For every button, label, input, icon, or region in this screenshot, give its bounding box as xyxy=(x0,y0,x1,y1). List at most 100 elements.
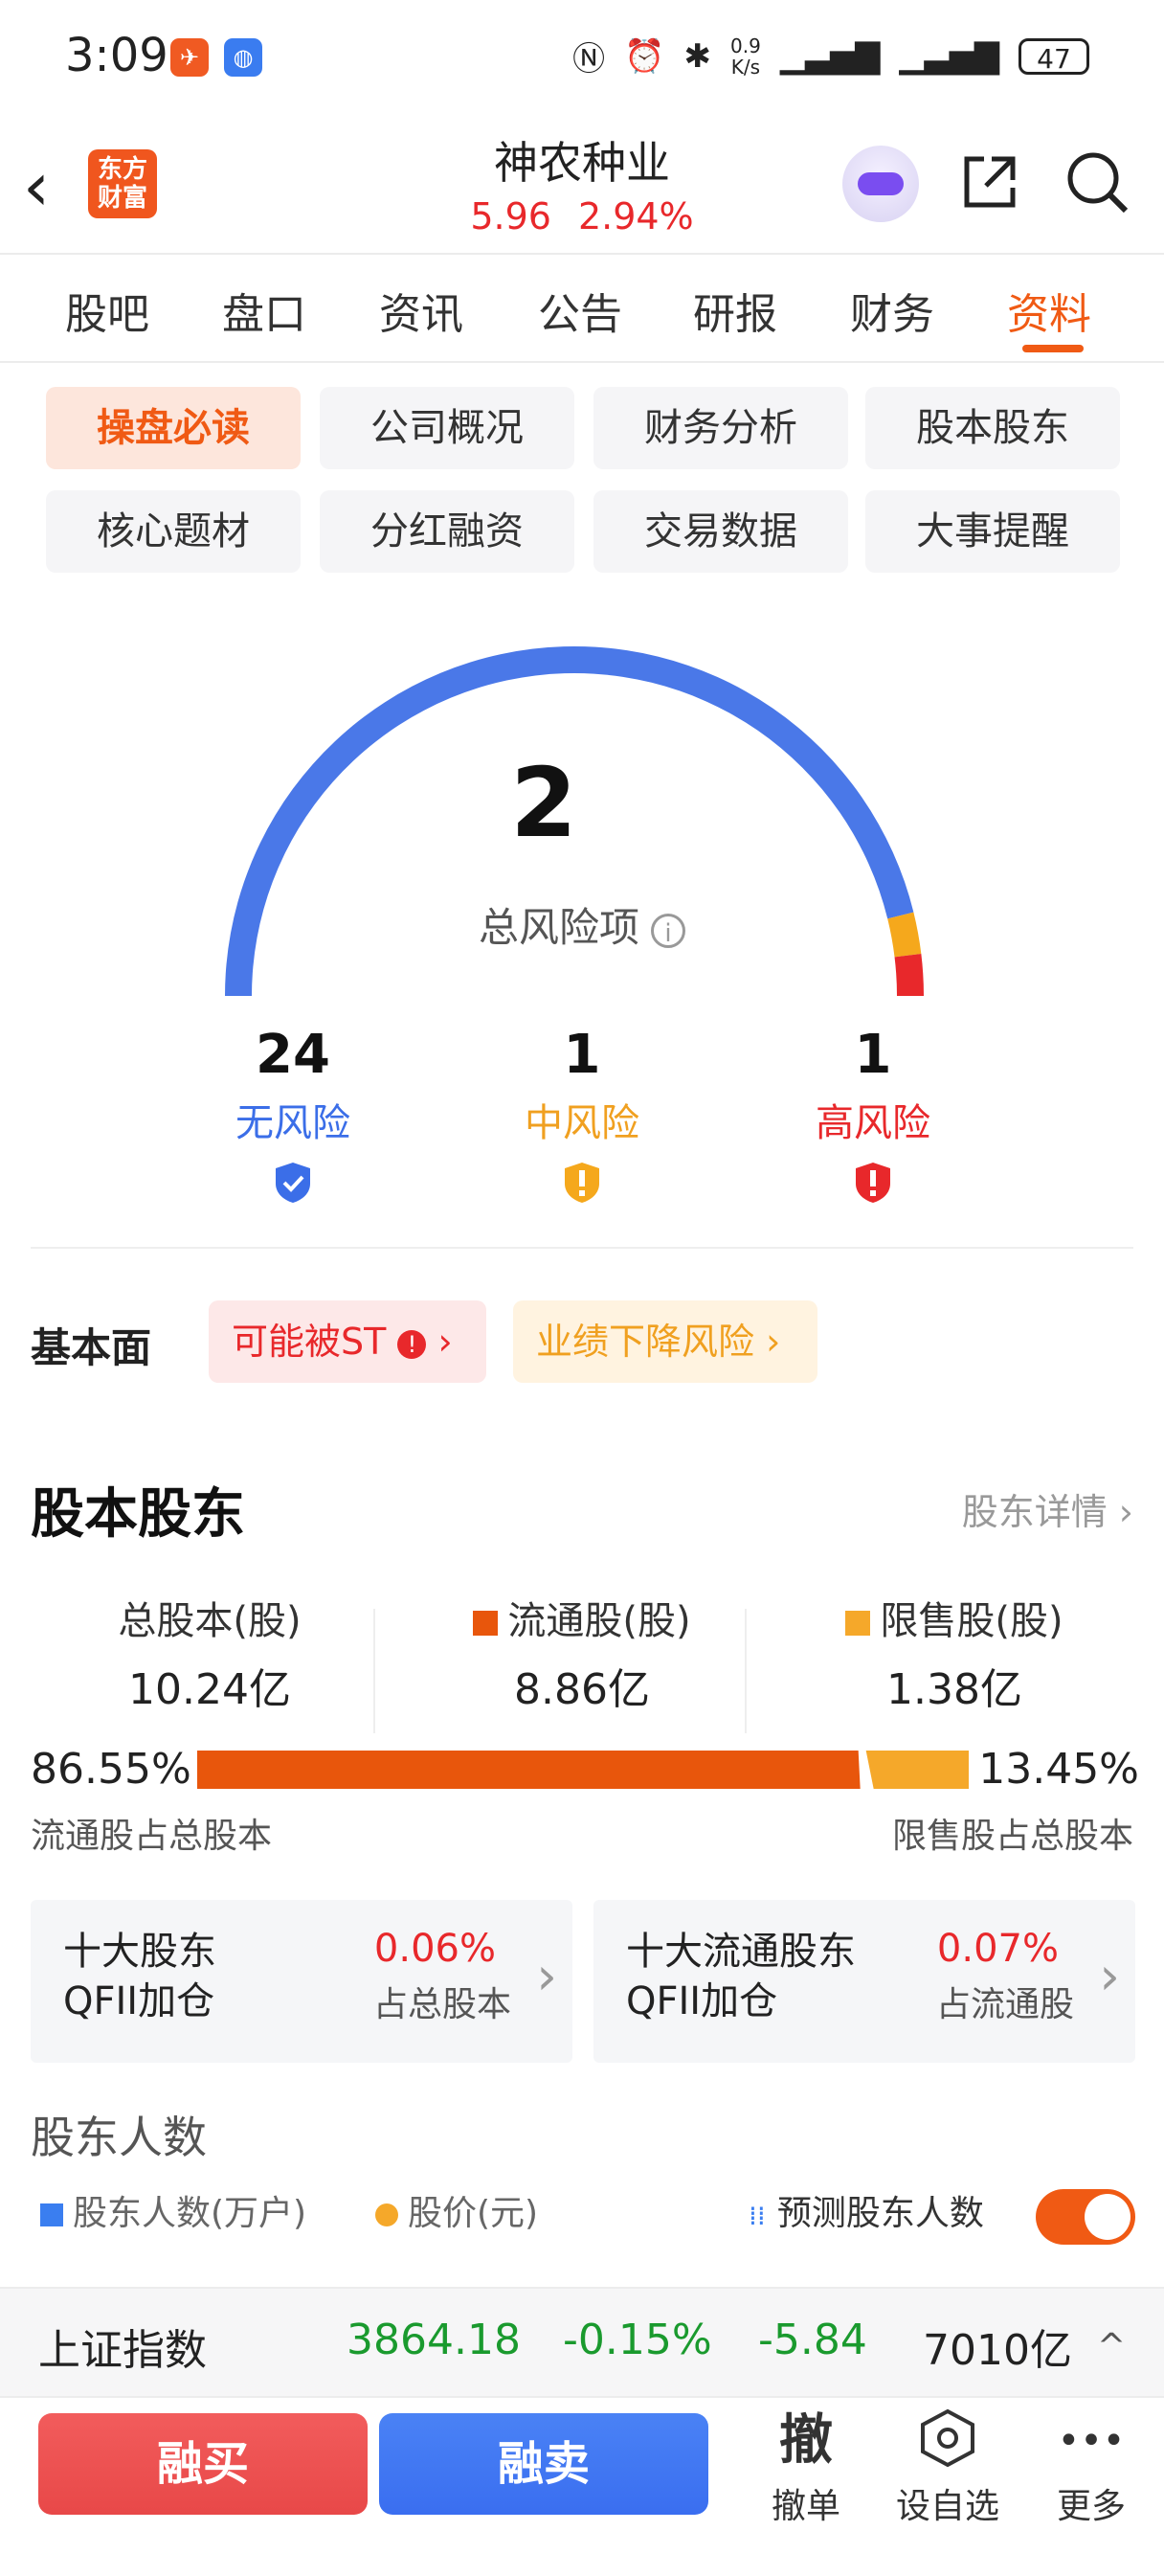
restricted-pct-caption: 限售股占总股本 xyxy=(891,1817,1133,1856)
restricted-pct: 13.45% xyxy=(978,1745,1139,1794)
card-caption: 占流通股 xyxy=(935,1985,1074,2024)
stock-price: 5.96 xyxy=(470,195,551,237)
chip-core-themes[interactable]: 核心题材 xyxy=(46,490,301,573)
dotted-grid-icon: ⁞⁞ xyxy=(749,2199,766,2231)
add-watchlist-button[interactable]: 设自选 xyxy=(890,2407,1005,2528)
chevron-right-icon: › xyxy=(536,1946,557,2006)
withdraw-icon: 撤 xyxy=(779,2409,833,2472)
st-risk-tag[interactable]: 可能被ST ! › xyxy=(209,1300,486,1383)
shield-check-icon xyxy=(276,1163,310,1203)
float-shares-label: 流通股(股) xyxy=(405,1590,759,1645)
card-title: 十大流通股东 QFII加仓 xyxy=(626,1930,856,2023)
chevron-right-icon: › xyxy=(1118,1491,1133,1533)
divider xyxy=(745,1609,747,1733)
battery-icon: 47 xyxy=(1018,37,1089,75)
nfc-icon: Ⓝ xyxy=(572,40,606,79)
stock-change-pct: 2.94% xyxy=(577,195,694,237)
search-icon[interactable] xyxy=(1064,149,1131,216)
hexagon-icon xyxy=(890,2407,1005,2474)
forecast-toggle[interactable] xyxy=(1036,2189,1135,2245)
holders-count-title: 股东人数 xyxy=(31,2112,207,2163)
assistant-robot-icon[interactable] xyxy=(842,146,919,222)
st-risk-label: 可能被ST xyxy=(232,1321,387,1363)
risk-medium[interactable]: 1 中风险 xyxy=(467,1027,697,1209)
shareholder-details-label: 股东详情 xyxy=(961,1491,1108,1533)
top10-float-holders-card[interactable]: 十大流通股东 QFII加仓 0.07% 占流通股 › xyxy=(593,1900,1135,2063)
withdraw-order-button[interactable]: 撤 撤单 xyxy=(749,2407,863,2528)
more-button[interactable]: ••• 更多 xyxy=(1034,2407,1149,2528)
legend-holders: 股东人数(万户) xyxy=(40,2185,306,2235)
card-caption: 占总股本 xyxy=(372,1985,511,2024)
chip-trading-guide[interactable]: 操盘必读 xyxy=(46,387,301,469)
chevron-right-icon: › xyxy=(437,1321,453,1363)
risk-medium-count: 1 xyxy=(563,1024,601,1086)
index-volume: 7010亿 xyxy=(923,2326,1072,2375)
risk-high-count: 1 xyxy=(854,1024,892,1086)
gauge-segment-2 xyxy=(894,954,924,996)
top10-holders-card[interactable]: 十大股东 QFII加仓 0.06% 占总股本 › xyxy=(31,1900,572,2063)
chip-events[interactable]: 大事提醒 xyxy=(865,490,1120,573)
alarm-icon: ⏰ xyxy=(624,36,665,76)
margin-buy-button[interactable]: 融买 xyxy=(38,2413,368,2515)
restricted-shares-value: 1.38亿 xyxy=(886,1665,1022,1714)
index-name: 上证指数 xyxy=(38,2326,207,2375)
restricted-shares-label: 限售股(股) xyxy=(777,1590,1131,1645)
tab-finance[interactable]: 财务 xyxy=(850,280,934,341)
float-share-bar xyxy=(197,1751,861,1789)
margin-sell-button[interactable]: 融卖 xyxy=(379,2413,708,2515)
legend-price: 股价(元) xyxy=(375,2185,538,2235)
watchlist-label: 设自选 xyxy=(895,2487,999,2526)
earnings-decline-label: 业绩下降风险 xyxy=(536,1321,755,1363)
withdraw-label: 撤单 xyxy=(771,2487,840,2526)
share-ratio-bar xyxy=(197,1751,969,1789)
chip-trading-data[interactable]: 交易数据 xyxy=(593,490,848,573)
more-icon: ••• xyxy=(1057,2419,1126,2463)
total-shares-value: 10.24亿 xyxy=(128,1665,291,1714)
chip-dividends[interactable]: 分红融资 xyxy=(320,490,574,573)
float-shares-value: 8.86亿 xyxy=(514,1665,650,1714)
index-value: 3864.18 xyxy=(347,2316,521,2364)
card-pct: 0.07% xyxy=(936,1927,1059,1971)
risk-high[interactable]: 1 高风险 xyxy=(758,1027,988,1209)
float-shares: 流通股(股) 8.86亿 xyxy=(405,1590,759,1716)
tab-news[interactable]: 资讯 xyxy=(379,280,463,341)
chevron-up-icon[interactable]: ^ xyxy=(1097,2327,1126,2366)
share-icon[interactable] xyxy=(959,151,1020,213)
shield-warning-icon xyxy=(565,1163,599,1203)
tab-guba[interactable]: 股吧 xyxy=(65,280,149,341)
risk-high-label: 高风险 xyxy=(816,1101,930,1145)
info-icon[interactable]: i xyxy=(651,913,685,948)
index-pct: -0.15% xyxy=(563,2316,712,2364)
total-shares-label: 总股本(股) xyxy=(118,1599,302,1643)
earnings-decline-tag[interactable]: 业绩下降风险 › xyxy=(513,1300,817,1383)
status-bar: 3:09 ✈ ◍ Ⓝ ⏰ ✱ 0.9 K/s ▁▃▅▇ ▁▃▅▇ 47 xyxy=(0,0,1164,115)
index-change: -5.84 xyxy=(758,2316,867,2364)
tab-announcements[interactable]: 公告 xyxy=(538,280,622,341)
bluetooth-icon: ✱ xyxy=(683,36,712,76)
restricted-legend-swatch xyxy=(845,1611,871,1636)
chip-shareholders[interactable]: 股本股东 xyxy=(865,387,1120,469)
tab-profile[interactable]: 资料 xyxy=(1007,280,1091,341)
legend-forecast: ⁞⁞ 预测股东人数 xyxy=(749,2194,984,2233)
shield-alert-icon xyxy=(856,1163,890,1203)
status-time: 3:09 xyxy=(65,29,168,82)
section-title-capital: 股本股东 xyxy=(31,1483,245,1546)
fundamentals-title: 基本面 xyxy=(31,1324,152,1371)
net-speed: 0.9 K/s xyxy=(730,34,761,79)
shareholder-details-link[interactable]: 股东详情 › xyxy=(962,1482,1133,1535)
total-risk-count: 2 xyxy=(510,747,577,859)
tab-research[interactable]: 研报 xyxy=(693,280,777,341)
divider xyxy=(0,253,1164,255)
signal-icon: ▁▃▅▇ xyxy=(779,36,881,76)
more-label: 更多 xyxy=(1056,2487,1126,2526)
chip-company-overview[interactable]: 公司概况 xyxy=(320,387,574,469)
chevron-right-icon: › xyxy=(1099,1946,1120,2006)
card-title: 十大股东 QFII加仓 xyxy=(63,1930,216,2023)
risk-medium-label: 中风险 xyxy=(525,1101,639,1145)
risk-none[interactable]: 24 无风险 xyxy=(178,1027,408,1209)
float-pct-caption: 流通股占总股本 xyxy=(31,1817,273,1856)
card-pct: 0.06% xyxy=(373,1927,496,1971)
chip-financial-analysis[interactable]: 财务分析 xyxy=(593,387,848,469)
divider xyxy=(0,361,1164,363)
tab-pankou[interactable]: 盘口 xyxy=(222,280,306,341)
